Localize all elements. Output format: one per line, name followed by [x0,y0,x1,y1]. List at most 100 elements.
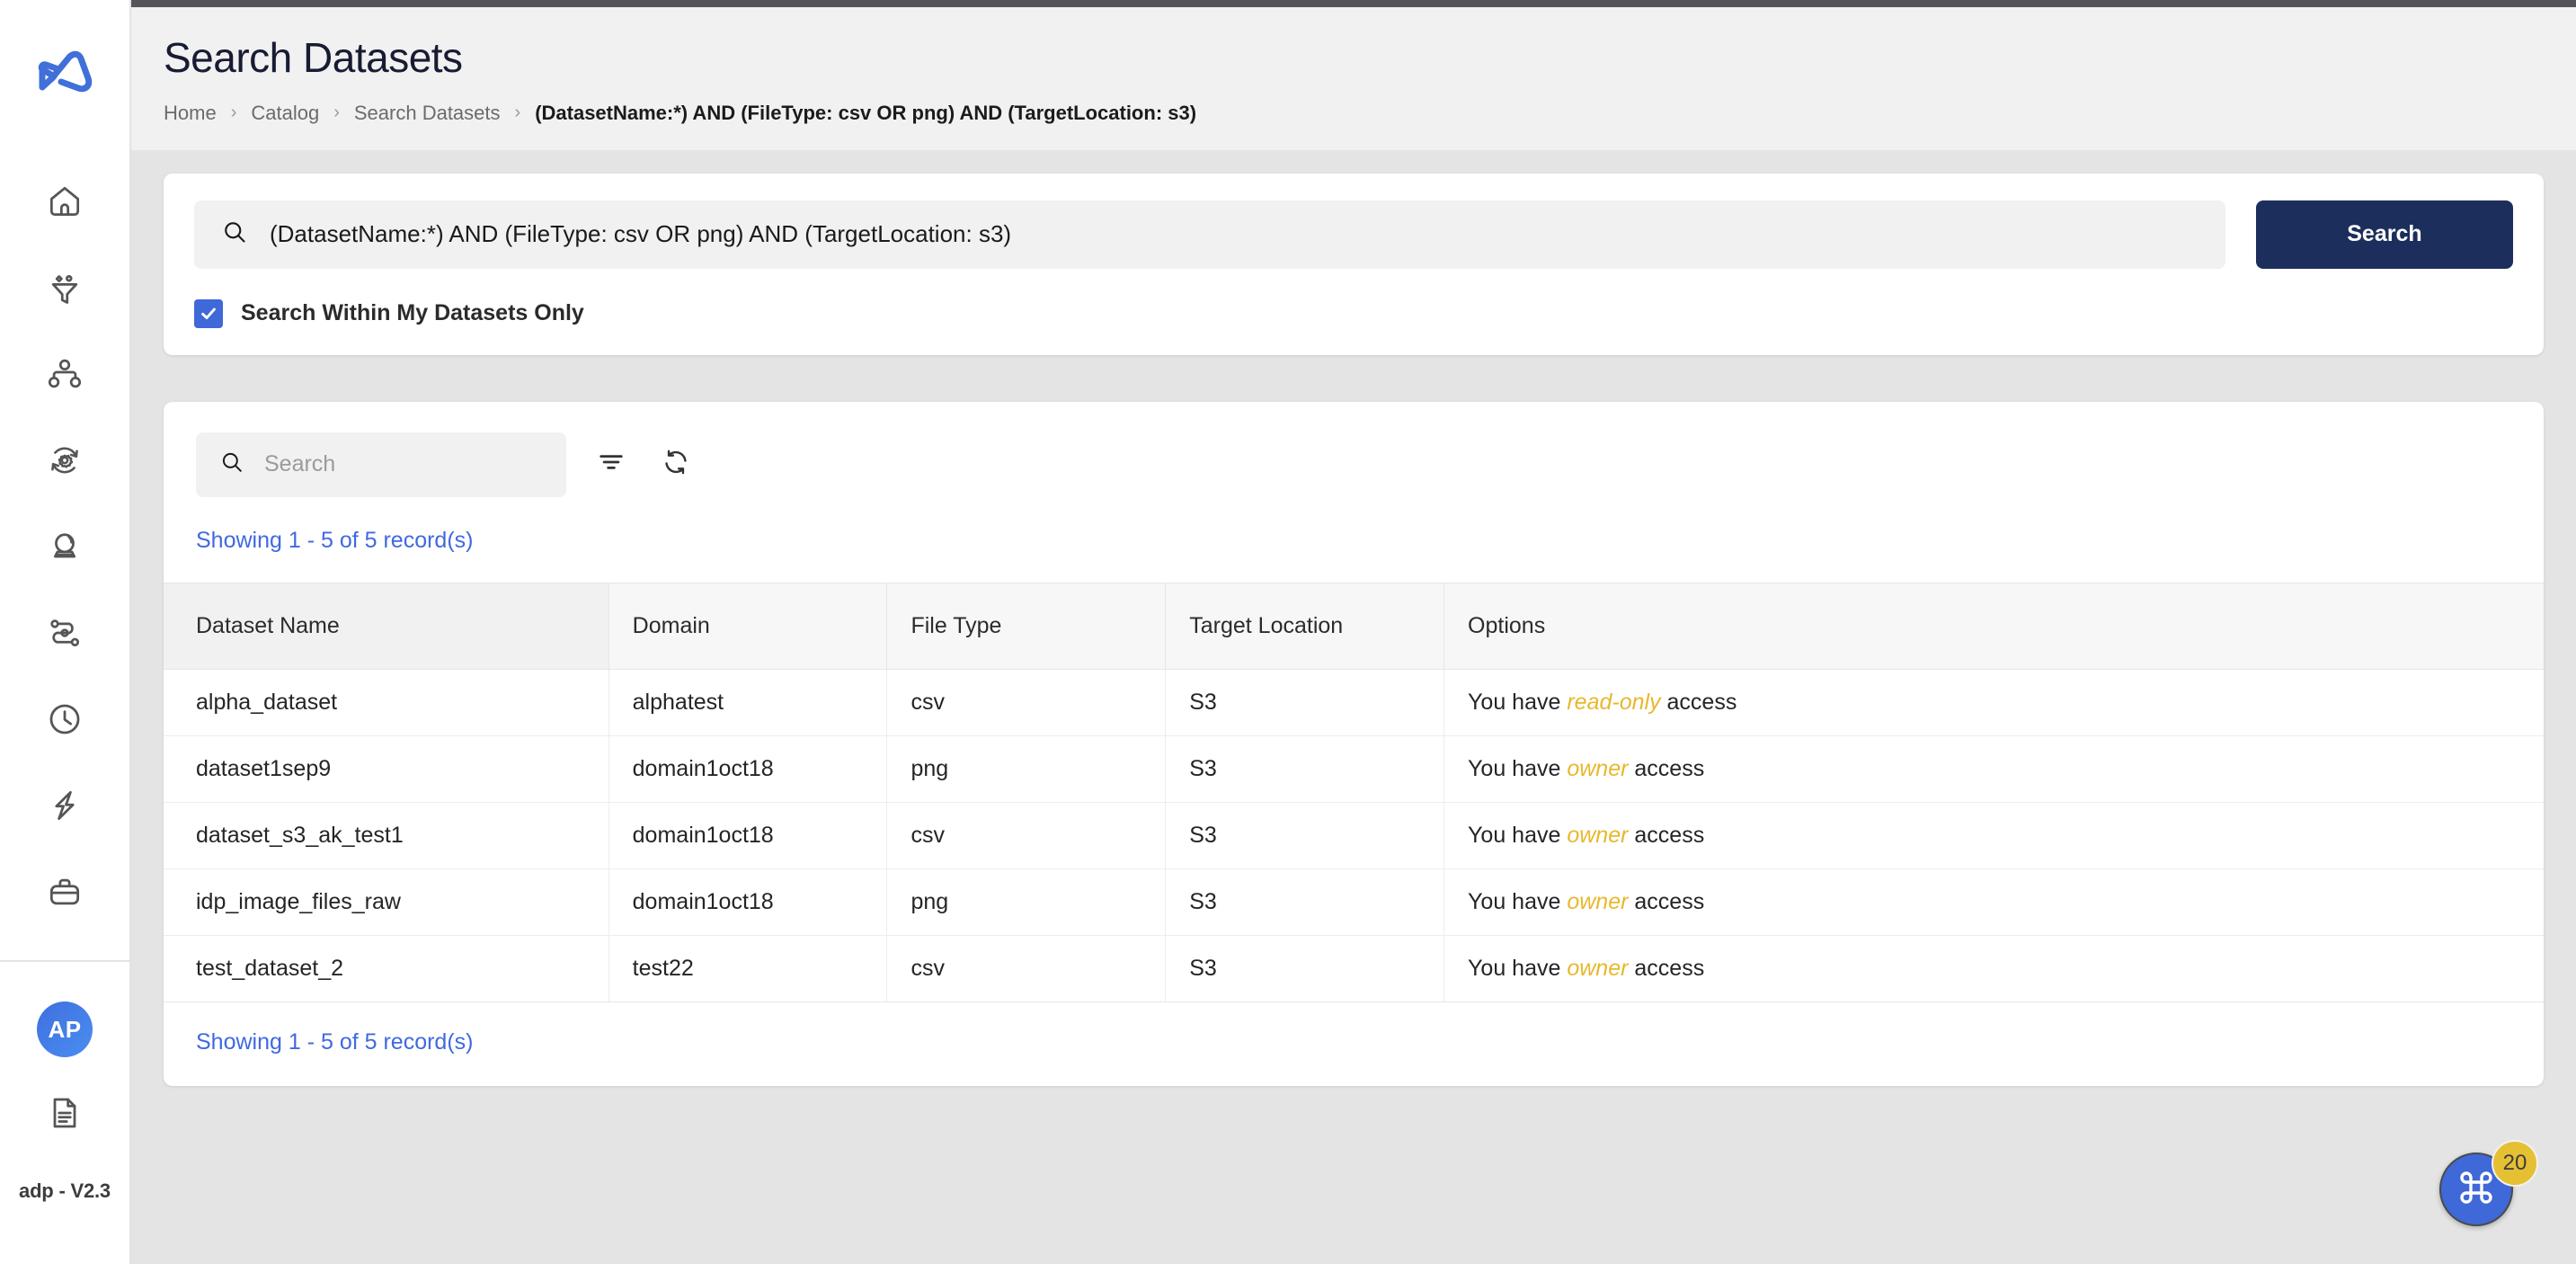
cell-options: You have read-only access [1443,669,2544,736]
cell-options: You have owner access [1443,935,2544,1002]
cell-dataset-name: idp_image_files_raw [164,868,609,936]
top-strip [131,0,2576,7]
sidebar-item-docs[interactable] [31,1088,99,1138]
access-prefix: You have [1468,755,1568,781]
cell-dataset-name: alpha_dataset [164,669,609,736]
hierarchy-icon [45,354,84,394]
access-role: owner [1567,822,1629,848]
crystal-ball-icon [45,527,84,566]
adp-logo-icon [31,37,98,96]
cell-domain: alphatest [608,669,888,736]
page-title: Search Datasets [164,34,463,81]
floating-action-area: 20 [2439,1140,2538,1239]
table-header-row: Dataset Name Domain File Type Target Loc… [164,582,2544,670]
access-suffix: access [1628,955,1705,981]
table-search-input[interactable]: Search [196,432,566,497]
column-header-file-type[interactable]: File Type [886,582,1167,670]
table-row[interactable]: dataset1sep9 domain1oct18 png S3 You hav… [164,735,2544,803]
refresh-button[interactable] [656,445,696,485]
access-suffix: access [1628,822,1705,848]
page-header: Search Datasets Home › Catalog › Search … [131,7,2576,150]
cell-file-type: png [886,735,1167,803]
chevron-right-icon: › [333,102,340,123]
breadcrumb: Home › Catalog › Search Datasets › (Data… [164,102,2576,125]
cell-options: You have owner access [1443,735,2544,803]
filter-button[interactable] [591,445,631,485]
cell-target-location: S3 [1165,669,1445,736]
clock-icon [45,699,84,739]
breadcrumb-item-query: (DatasetName:*) AND (FileType: csv OR pn… [535,101,1197,124]
cell-target-location: S3 [1165,868,1445,936]
table-row[interactable]: idp_image_files_raw domain1oct18 png S3 … [164,868,2544,936]
chevron-right-icon: › [230,102,237,123]
column-header-options[interactable]: Options [1443,582,2544,670]
access-prefix: You have [1468,689,1568,715]
table-row[interactable]: dataset_s3_ak_test1 domain1oct18 csv S3 … [164,802,2544,869]
fab-badge[interactable]: 20 [2492,1140,2538,1187]
query-input[interactable]: (DatasetName:*) AND (FileType: csv OR pn… [194,200,2225,269]
access-role: owner [1567,755,1629,781]
sidebar-item-workspace[interactable] [31,867,99,917]
sidebar-item-jobs[interactable] [31,780,99,831]
filter-icon [596,447,626,482]
funnel-icon [45,268,84,307]
command-icon [2455,1166,2498,1214]
access-prefix: You have [1468,888,1568,914]
search-panel: (DatasetName:*) AND (FileType: csv OR pn… [164,173,2544,355]
cell-target-location: S3 [1165,935,1445,1002]
search-icon [219,450,244,479]
table-body: alpha_dataset alphatest csv S3 You have … [164,669,2544,1002]
access-prefix: You have [1468,955,1568,981]
column-header-domain[interactable]: Domain [608,582,888,670]
main-region: Search Datasets Home › Catalog › Search … [131,0,2576,1264]
document-icon [45,1093,84,1133]
table-row[interactable]: alpha_dataset alphatest csv S3 You have … [164,669,2544,736]
breadcrumb-item-search-datasets[interactable]: Search Datasets [354,102,501,125]
access-suffix: access [1660,689,1737,715]
results-table: Dataset Name Domain File Type Target Loc… [164,582,2544,1002]
access-suffix: access [1628,755,1705,781]
access-role: read-only [1567,689,1661,715]
cell-file-type: csv [886,935,1167,1002]
cell-file-type: csv [886,802,1167,869]
sidebar-item-pipelines[interactable] [31,608,99,658]
sidebar-item-processing[interactable] [31,435,99,485]
table-search-placeholder: Search [264,451,336,477]
content-area: (DatasetName:*) AND (FileType: csv OR pn… [131,149,2576,1264]
access-role: owner [1567,955,1629,981]
cell-domain: domain1oct18 [608,868,888,936]
cell-options: You have owner access [1443,802,2544,869]
access-prefix: You have [1468,822,1568,848]
results-toolbar: Search [164,432,2544,497]
sidebar-item-home[interactable] [31,176,99,227]
sidebar-nav [0,133,129,917]
search-button[interactable]: Search [2255,200,2513,269]
table-row[interactable]: test_dataset_2 test22 csv S3 You have ow… [164,935,2544,1002]
my-datasets-only-checkbox-row[interactable]: Search Within My Datasets Only [194,298,584,328]
column-header-target-location[interactable]: Target Location [1165,582,1445,670]
breadcrumb-item-catalog[interactable]: Catalog [251,102,319,125]
search-icon [221,218,248,250]
avatar[interactable]: AP [37,1001,93,1057]
table-head: Dataset Name Domain File Type Target Loc… [164,582,2544,670]
my-datasets-only-checkbox[interactable] [194,298,223,328]
results-panel: Search Showing 1 - 5 of 5 record(s) Data… [164,401,2544,1086]
sidebar-item-scheduler[interactable] [31,694,99,744]
workflow-path-icon [45,613,84,653]
cell-dataset-name: test_dataset_2 [164,935,609,1002]
sidebar-item-filter[interactable] [31,263,99,313]
version-label: adp - V2.3 [19,1179,111,1202]
sidebar-item-insights[interactable] [31,521,99,572]
cell-options: You have owner access [1443,868,2544,936]
refresh-icon [661,447,691,482]
cell-domain: test22 [608,935,888,1002]
record-count-top: Showing 1 - 5 of 5 record(s) [196,527,474,553]
sidebar: AP adp - V2.3 [0,0,131,1264]
breadcrumb-item-home[interactable]: Home [164,102,217,125]
column-header-dataset-name[interactable]: Dataset Name [164,582,609,670]
cell-domain: domain1oct18 [608,735,888,803]
cell-target-location: S3 [1165,802,1445,869]
sidebar-item-catalog[interactable] [31,349,99,399]
app-logo[interactable] [0,0,129,133]
record-count-bottom: Showing 1 - 5 of 5 record(s) [196,1028,474,1055]
